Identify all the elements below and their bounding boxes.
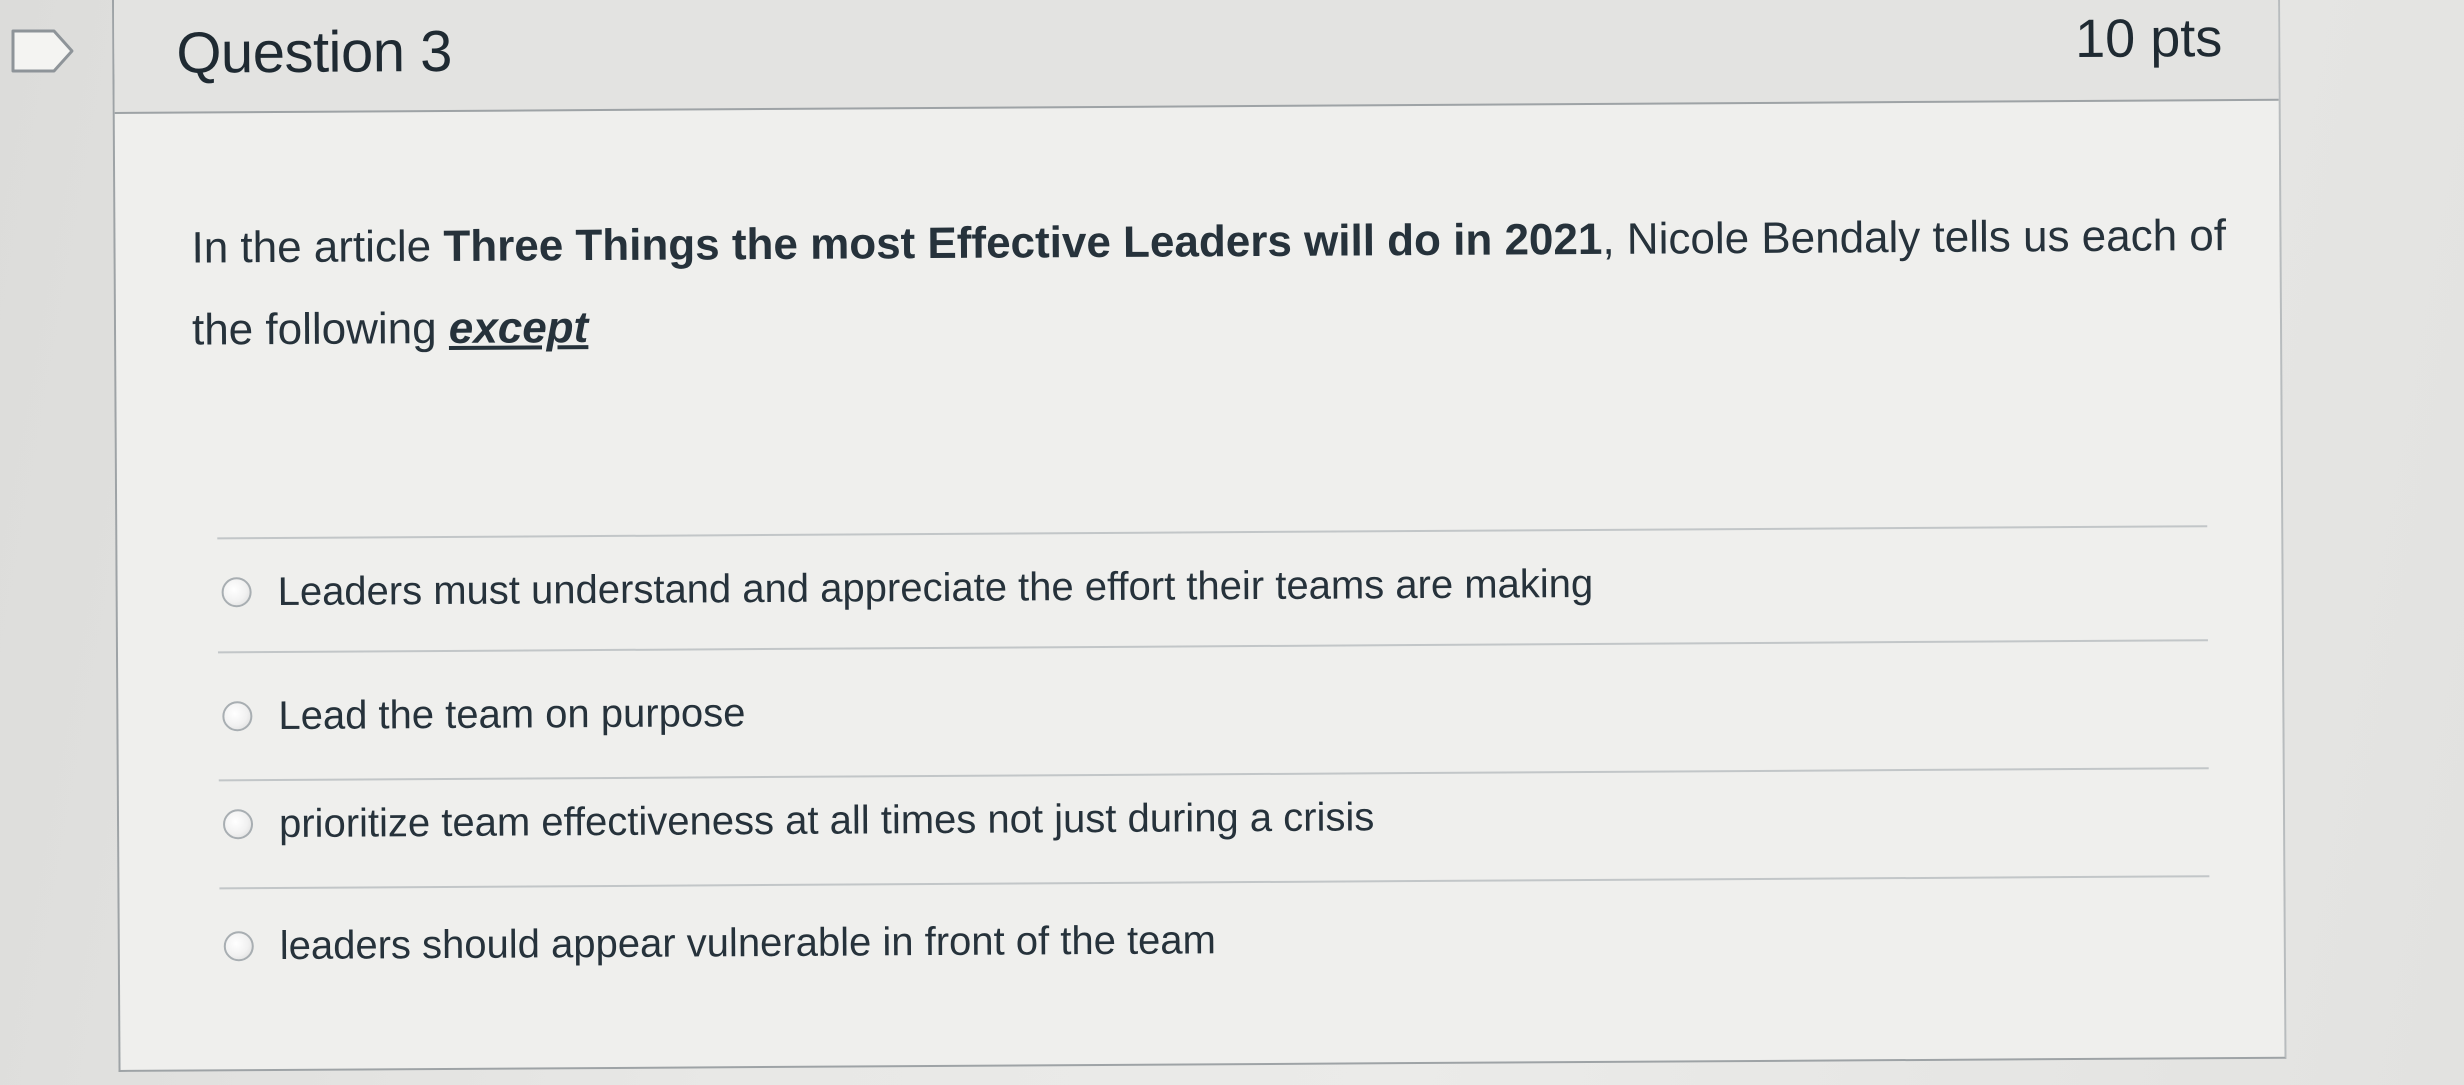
radio-icon[interactable]	[222, 809, 254, 840]
answer-label: leaders should appear vulnerable in fron…	[279, 917, 1217, 968]
answer-label: Leaders must understand and appreciate t…	[277, 561, 1594, 614]
radio-icon[interactable]	[223, 931, 254, 962]
answer-option-2[interactable]: Lead the team on purpose	[222, 678, 746, 751]
radio-icon[interactable]	[221, 577, 252, 608]
flag-icon[interactable]	[10, 28, 76, 74]
question-points: 10 pts	[2074, 8, 2223, 70]
answer-label: Lead the team on purpose	[278, 690, 746, 738]
answer-divider	[217, 525, 2208, 540]
radio-icon[interactable]	[222, 701, 253, 732]
answer-option-1[interactable]: Leaders must understand and appreciate t…	[221, 549, 1593, 627]
answer-option-3[interactable]: prioritize team effectiveness at all tim…	[222, 782, 1375, 859]
answer-label: prioritize team effectiveness at all tim…	[278, 794, 1375, 846]
question-title: Question 3	[176, 18, 453, 86]
answer-divider	[218, 767, 2209, 782]
except-keyword: except	[448, 303, 589, 353]
question-text-prefix: In the article	[191, 221, 444, 273]
question-text: In the article Three Things the most Eff…	[191, 195, 2282, 372]
answer-divider	[219, 875, 2210, 890]
answer-option-4[interactable]: leaders should appear vulnerable in fron…	[223, 905, 1217, 981]
question-header: Question 3 10 pts	[113, 0, 2279, 114]
question-card: Question 3 10 pts In the article Three T…	[112, 0, 2287, 1072]
answer-divider	[217, 639, 2208, 654]
article-title: Three Things the most Effective Leaders …	[443, 214, 1603, 271]
